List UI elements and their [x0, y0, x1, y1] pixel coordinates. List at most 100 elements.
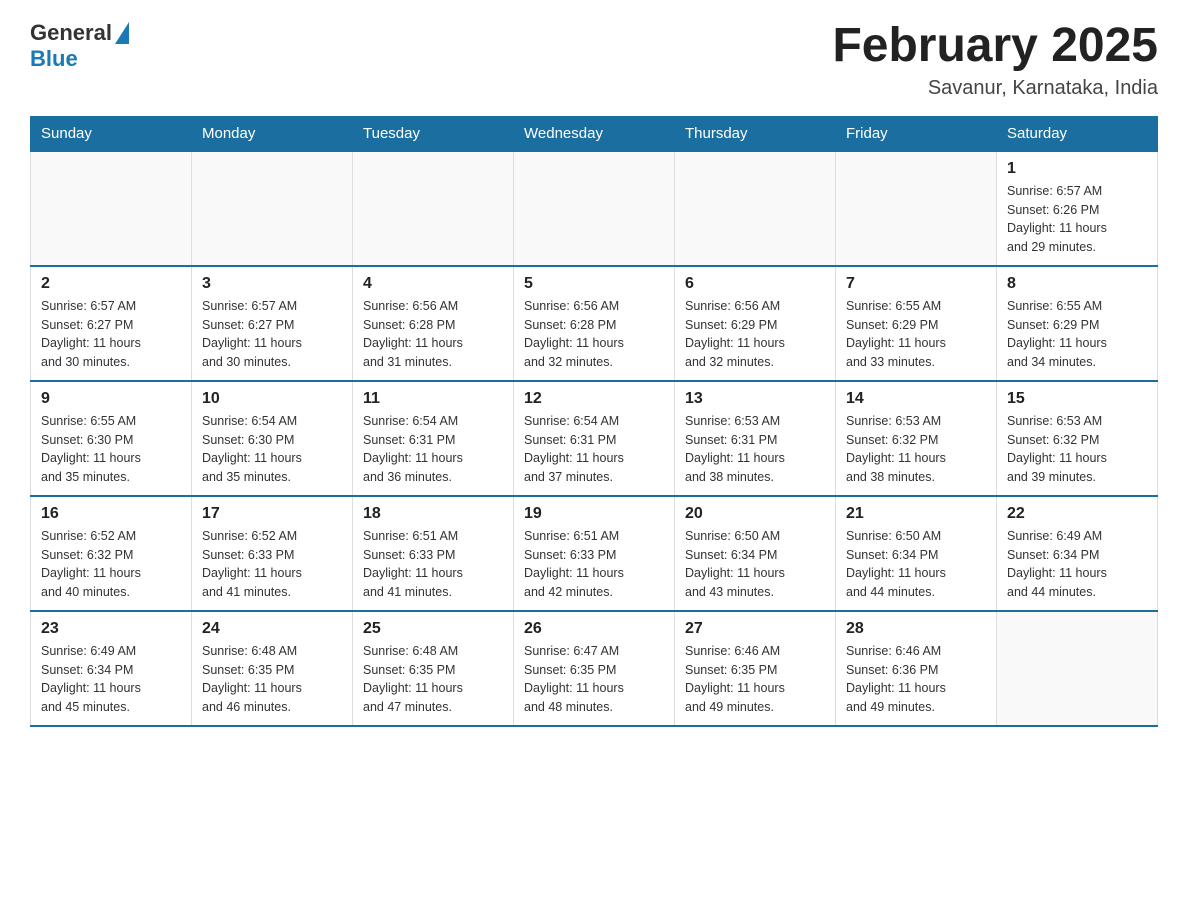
- logo-blue-text: Blue: [30, 46, 78, 72]
- calendar-cell: 25 Sunrise: 6:48 AM Sunset: 6:35 PM Dayli…: [353, 611, 514, 726]
- day-info: Sunrise: 6:57 AM Sunset: 6:27 PM Dayligh…: [41, 297, 181, 372]
- day-info: Sunrise: 6:55 AM Sunset: 6:30 PM Dayligh…: [41, 412, 181, 487]
- day-info: Sunrise: 6:53 AM Sunset: 6:32 PM Dayligh…: [846, 412, 986, 487]
- day-number: 18: [363, 505, 503, 523]
- calendar-cell: 12 Sunrise: 6:54 AM Sunset: 6:31 PM Dayli…: [514, 381, 675, 496]
- logo-triangle-icon: [115, 22, 129, 44]
- calendar-cell: 20 Sunrise: 6:50 AM Sunset: 6:34 PM Dayli…: [675, 496, 836, 611]
- header-monday: Monday: [192, 116, 353, 151]
- month-title: February 2025: [832, 20, 1158, 73]
- calendar-cell: 18 Sunrise: 6:51 AM Sunset: 6:33 PM Dayli…: [353, 496, 514, 611]
- calendar-cell: 16 Sunrise: 6:52 AM Sunset: 6:32 PM Dayli…: [31, 496, 192, 611]
- header-tuesday: Tuesday: [353, 116, 514, 151]
- day-info: Sunrise: 6:54 AM Sunset: 6:30 PM Dayligh…: [202, 412, 342, 487]
- day-number: 13: [685, 390, 825, 408]
- day-number: 16: [41, 505, 181, 523]
- header-sunday: Sunday: [31, 116, 192, 151]
- day-info: Sunrise: 6:56 AM Sunset: 6:28 PM Dayligh…: [363, 297, 503, 372]
- day-number: 1: [1007, 160, 1147, 178]
- calendar-cell: [192, 151, 353, 266]
- day-number: 21: [846, 505, 986, 523]
- day-info: Sunrise: 6:51 AM Sunset: 6:33 PM Dayligh…: [524, 527, 664, 602]
- day-info: Sunrise: 6:54 AM Sunset: 6:31 PM Dayligh…: [524, 412, 664, 487]
- day-number: 11: [363, 390, 503, 408]
- calendar-cell: 21 Sunrise: 6:50 AM Sunset: 6:34 PM Dayli…: [836, 496, 997, 611]
- day-number: 5: [524, 275, 664, 293]
- week-row-1: 1 Sunrise: 6:57 AM Sunset: 6:26 PM Daylig…: [31, 151, 1158, 266]
- location: Savanur, Karnataka, India: [832, 77, 1158, 100]
- calendar-cell: [31, 151, 192, 266]
- calendar-cell: [514, 151, 675, 266]
- calendar-cell: 19 Sunrise: 6:51 AM Sunset: 6:33 PM Dayli…: [514, 496, 675, 611]
- calendar-cell: 2 Sunrise: 6:57 AM Sunset: 6:27 PM Daylig…: [31, 266, 192, 381]
- day-number: 27: [685, 620, 825, 638]
- day-number: 15: [1007, 390, 1147, 408]
- header-friday: Friday: [836, 116, 997, 151]
- day-number: 6: [685, 275, 825, 293]
- calendar-cell: 17Sunrise: 6:52 AM Sunset: 6:33 PM Dayli…: [192, 496, 353, 611]
- day-info: Sunrise: 6:57 AM Sunset: 6:27 PM Dayligh…: [202, 297, 342, 372]
- day-info: Sunrise: 6:54 AM Sunset: 6:31 PM Dayligh…: [363, 412, 503, 487]
- day-info: Sunrise: 6:56 AM Sunset: 6:28 PM Dayligh…: [524, 297, 664, 372]
- day-number: 28: [846, 620, 986, 638]
- day-number: 9: [41, 390, 181, 408]
- day-number: 8: [1007, 275, 1147, 293]
- page-header: General Blue February 2025 Savanur, Karn…: [30, 20, 1158, 100]
- calendar-cell: 14 Sunrise: 6:53 AM Sunset: 6:32 PM Dayli…: [836, 381, 997, 496]
- day-number: 23: [41, 620, 181, 638]
- day-info: Sunrise: 6:50 AM Sunset: 6:34 PM Dayligh…: [685, 527, 825, 602]
- day-number: 24: [202, 620, 342, 638]
- calendar-cell: 1 Sunrise: 6:57 AM Sunset: 6:26 PM Daylig…: [997, 151, 1158, 266]
- calendar-cell: 6 Sunrise: 6:56 AM Sunset: 6:29 PM Daylig…: [675, 266, 836, 381]
- header-thursday: Thursday: [675, 116, 836, 151]
- day-number: 10: [202, 390, 342, 408]
- day-number: 25: [363, 620, 503, 638]
- week-row-5: 23 Sunrise: 6:49 AM Sunset: 6:34 PM Dayli…: [31, 611, 1158, 726]
- calendar-cell: 26Sunrise: 6:47 AM Sunset: 6:35 PM Dayli…: [514, 611, 675, 726]
- calendar-cell: 7Sunrise: 6:55 AM Sunset: 6:29 PM Daylig…: [836, 266, 997, 381]
- calendar-cell: 4 Sunrise: 6:56 AM Sunset: 6:28 PM Daylig…: [353, 266, 514, 381]
- calendar-cell: 13 Sunrise: 6:53 AM Sunset: 6:31 PM Dayli…: [675, 381, 836, 496]
- day-number: 26: [524, 620, 664, 638]
- header-wednesday: Wednesday: [514, 116, 675, 151]
- calendar-cell: 15 Sunrise: 6:53 AM Sunset: 6:32 PM Dayli…: [997, 381, 1158, 496]
- day-info: Sunrise: 6:50 AM Sunset: 6:34 PM Dayligh…: [846, 527, 986, 602]
- day-info: Sunrise: 6:48 AM Sunset: 6:35 PM Dayligh…: [363, 642, 503, 717]
- week-row-2: 2 Sunrise: 6:57 AM Sunset: 6:27 PM Daylig…: [31, 266, 1158, 381]
- day-info: Sunrise: 6:46 AM Sunset: 6:36 PM Dayligh…: [846, 642, 986, 717]
- day-info: Sunrise: 6:55 AM Sunset: 6:29 PM Dayligh…: [1007, 297, 1147, 372]
- title-section: February 2025 Savanur, Karnataka, India: [832, 20, 1158, 100]
- day-info: Sunrise: 6:57 AM Sunset: 6:26 PM Dayligh…: [1007, 182, 1147, 257]
- day-number: 22: [1007, 505, 1147, 523]
- day-info: Sunrise: 6:52 AM Sunset: 6:32 PM Dayligh…: [41, 527, 181, 602]
- calendar-cell: [675, 151, 836, 266]
- day-info: Sunrise: 6:46 AM Sunset: 6:35 PM Dayligh…: [685, 642, 825, 717]
- day-number: 12: [524, 390, 664, 408]
- calendar-cell: [836, 151, 997, 266]
- day-number: 4: [363, 275, 503, 293]
- day-number: 20: [685, 505, 825, 523]
- calendar-cell: 24 Sunrise: 6:48 AM Sunset: 6:35 PM Dayli…: [192, 611, 353, 726]
- calendar-cell: 10 Sunrise: 6:54 AM Sunset: 6:30 PM Dayli…: [192, 381, 353, 496]
- header-saturday: Saturday: [997, 116, 1158, 151]
- day-number: 2: [41, 275, 181, 293]
- calendar-cell: [997, 611, 1158, 726]
- day-number: 19: [524, 505, 664, 523]
- day-info: Sunrise: 6:55 AM Sunset: 6:29 PM Dayligh…: [846, 297, 986, 372]
- day-info: Sunrise: 6:53 AM Sunset: 6:31 PM Dayligh…: [685, 412, 825, 487]
- calendar-header-row: Sunday Monday Tuesday Wednesday Thursday…: [31, 116, 1158, 151]
- calendar-cell: 22Sunrise: 6:49 AM Sunset: 6:34 PM Dayli…: [997, 496, 1158, 611]
- day-number: 14: [846, 390, 986, 408]
- calendar-cell: 9 Sunrise: 6:55 AM Sunset: 6:30 PM Daylig…: [31, 381, 192, 496]
- calendar-cell: 23 Sunrise: 6:49 AM Sunset: 6:34 PM Dayli…: [31, 611, 192, 726]
- day-info: Sunrise: 6:48 AM Sunset: 6:35 PM Dayligh…: [202, 642, 342, 717]
- day-info: Sunrise: 6:53 AM Sunset: 6:32 PM Dayligh…: [1007, 412, 1147, 487]
- week-row-3: 9 Sunrise: 6:55 AM Sunset: 6:30 PM Daylig…: [31, 381, 1158, 496]
- day-info: Sunrise: 6:56 AM Sunset: 6:29 PM Dayligh…: [685, 297, 825, 372]
- day-info: Sunrise: 6:51 AM Sunset: 6:33 PM Dayligh…: [363, 527, 503, 602]
- calendar-cell: 5 Sunrise: 6:56 AM Sunset: 6:28 PM Daylig…: [514, 266, 675, 381]
- logo-general-text: General: [30, 20, 112, 46]
- day-info: Sunrise: 6:49 AM Sunset: 6:34 PM Dayligh…: [41, 642, 181, 717]
- calendar-cell: 27 Sunrise: 6:46 AM Sunset: 6:35 PM Dayli…: [675, 611, 836, 726]
- calendar-cell: [353, 151, 514, 266]
